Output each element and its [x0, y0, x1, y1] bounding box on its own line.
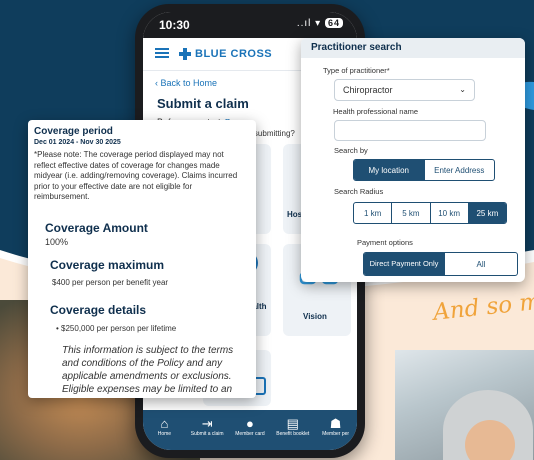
bottom-tab-bar: ⌂ Home ⇥ Submit a claim ● Member card ▤ Bene… — [143, 410, 357, 450]
search-by-my-location[interactable]: My location — [354, 160, 425, 180]
back-to-home-link[interactable]: ‹ Back to Home — [155, 78, 217, 88]
chevron-down-icon: ⌄ — [459, 85, 466, 94]
search-by-toggle: My location Enter Address — [353, 159, 495, 181]
radius-25km[interactable]: 25 km — [468, 203, 506, 223]
coverage-terms: This information is subject to the terms… — [62, 345, 234, 395]
search-radius-label: Search Radius — [334, 187, 384, 196]
search-by-label: Search by — [334, 146, 368, 155]
coverage-details-label: Coverage details — [50, 303, 147, 317]
radius-1km[interactable]: 1 km — [354, 203, 393, 223]
home-icon: ⌂ — [160, 416, 169, 431]
menu-icon[interactable] — [155, 48, 169, 58]
blue-cross-logo[interactable]: BLUE CROSS — [179, 46, 272, 62]
payment-options-label: Payment options — [357, 238, 413, 247]
status-time: 10:30 — [159, 18, 190, 32]
status-icons: ..ıl ▾ 64 — [297, 18, 343, 29]
person-icon: ● — [246, 416, 254, 431]
health-professional-name-label: Health professional name — [333, 107, 419, 116]
tile-label: Vision — [303, 312, 327, 321]
coverage-note: *Please note: The coverage period displa… — [34, 150, 238, 201]
type-of-practitioner-label: Type of practitioner* — [323, 66, 390, 75]
tab-benefit-booklet[interactable]: ▤ Benefit booklet — [272, 410, 314, 450]
cross-icon — [179, 48, 191, 60]
submit-icon: ⇥ — [201, 416, 213, 431]
search-panel-title: Practitioner search — [301, 38, 525, 58]
brand-name: BLUE CROSS — [195, 48, 273, 60]
tab-home[interactable]: ⌂ Home — [143, 410, 185, 450]
search-by-enter-address[interactable]: Enter Address — [425, 160, 495, 180]
coverage-details-bullet: • $250,000 per person per lifetime — [56, 324, 177, 333]
payment-options-toggle: Direct Payment Only All — [363, 252, 518, 276]
search-radius-toggle: 1 km 5 km 10 km 25 km — [353, 202, 507, 224]
coverage-period-label: Coverage period — [34, 126, 113, 137]
radius-5km[interactable]: 5 km — [392, 203, 431, 223]
background-photo-right — [395, 350, 534, 460]
signal-icon: ..ıl — [296, 18, 312, 29]
booklet-icon: ▤ — [286, 416, 299, 431]
health-professional-name-input[interactable] — [334, 120, 486, 141]
tab-member-card[interactable]: ● Member card — [229, 410, 271, 450]
coverage-maximum-value: $400 per person per benefit year — [52, 278, 169, 287]
tab-submit-claim[interactable]: ⇥ Submit a claim — [186, 410, 228, 450]
practitioner-type-select[interactable]: Chiropractor ⌄ — [334, 79, 475, 101]
payment-direct-only[interactable]: Direct Payment Only — [364, 253, 445, 275]
coverage-amount-value: 100% — [45, 237, 69, 247]
coverage-maximum-label: Coverage maximum — [50, 258, 165, 272]
page-title: Submit a claim — [157, 96, 249, 111]
wifi-icon: ▾ — [315, 18, 322, 29]
payment-all[interactable]: All — [445, 253, 517, 275]
coverage-dates: Dec 01 2024 - Nov 30 2025 — [34, 139, 121, 146]
battery-icon: 64 — [324, 18, 343, 28]
practitioner-search-panel: Practitioner search Type of practitioner… — [301, 38, 525, 282]
coverage-amount-label: Coverage Amount — [45, 221, 148, 235]
radius-10km[interactable]: 10 km — [431, 203, 469, 223]
gift-icon: ☗ — [329, 416, 342, 431]
coverage-card: Coverage period Dec 01 2024 - Nov 30 202… — [28, 120, 256, 398]
tab-member-perks[interactable]: ☗ Member per — [315, 410, 357, 450]
status-bar: 10:30 ..ıl ▾ 64 — [143, 12, 357, 38]
